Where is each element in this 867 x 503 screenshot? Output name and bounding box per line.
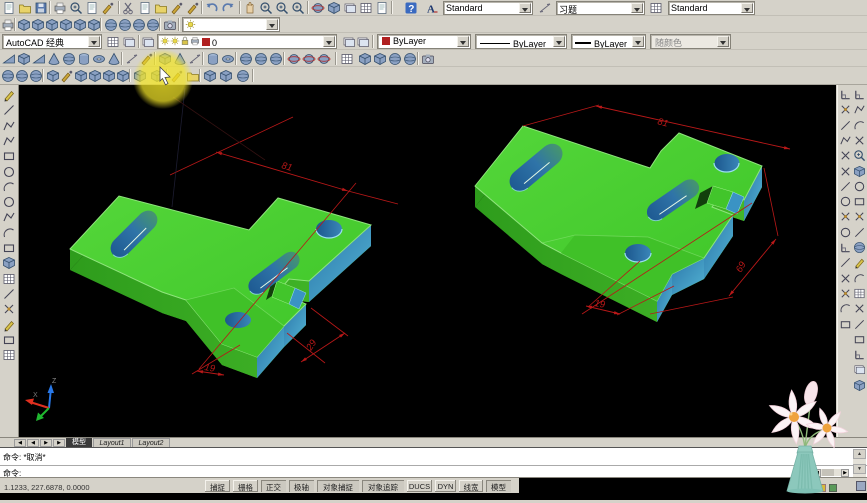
svg-text:?: ? [408,4,414,15]
svg-text:X: X [33,392,38,399]
svg-text:19: 19 [203,362,216,375]
svg-text:69: 69 [734,259,749,274]
svg-text:81: 81 [656,116,669,129]
svg-text:19: 19 [593,298,606,311]
svg-text:A: A [427,4,435,16]
svg-text:Z: Z [52,378,57,385]
